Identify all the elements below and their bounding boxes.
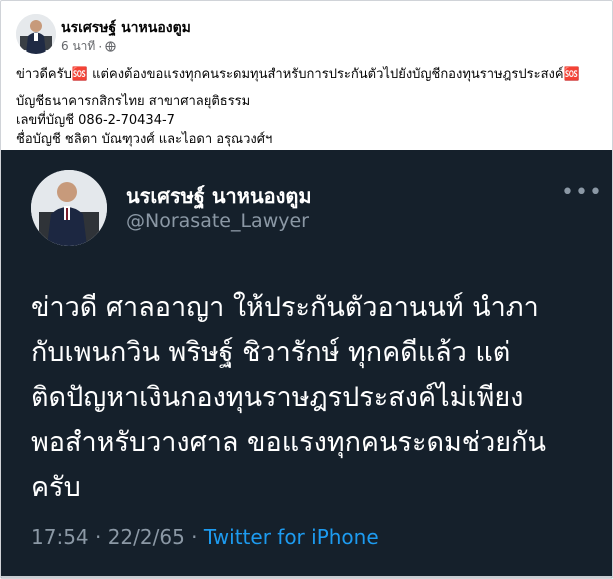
more-options-icon: •••: [561, 180, 603, 205]
tweet-line-3: ติดปัญหาเงินกองทุนราษฎรประสงค์ไม่เพียง: [31, 382, 524, 413]
author-avatar[interactable]: [16, 14, 56, 54]
meta-separator: ·: [98, 39, 103, 54]
tweet-line-2: กับเพนกวิน พริษฐ์ ชิวารักษ์ ทุกคดีแล้ว แ…: [31, 337, 511, 368]
post-time[interactable]: 6 นาที: [61, 37, 95, 56]
globe-icon: [105, 41, 116, 52]
post-header: [16, 13, 56, 55]
post-line-1: ข่าวดีครับ🆘 แต่คงต้องขอแรงทุกคนระดมทุนสำ…: [16, 67, 580, 82]
tweet-screenshot[interactable]: นรเศรษฐ์ นาหนองตูม @Norasate_Lawyer ••• …: [1, 150, 612, 578]
facebook-post: นรเศรษฐ์ นาหนองตูม 6 นาที · ข่าวดีครับ🆘 …: [0, 0, 613, 579]
post-line-2: บัญชีธนาคารกสิกรไทย สาขาศาลยุติธรรม: [16, 94, 251, 109]
tweet-line-1: ข่าวดี ศาลอาญา ให้ประกันตัวอานนท์ นำภา: [31, 292, 539, 323]
tweet-line-5: ครับ: [31, 472, 81, 503]
tweet-timestamp: 17:54 · 22/2/65 ·: [31, 525, 204, 549]
divider: [1, 576, 612, 578]
person-photo-icon: [31, 170, 107, 246]
tweet-footer: 17:54 · 22/2/65 · Twitter for iPhone: [31, 525, 379, 549]
author-name[interactable]: นรเศรษฐ์ นาหนองตูม: [61, 17, 191, 39]
tweet-avatar: [31, 170, 107, 246]
tweet-body: ข่าวดี ศาลอาญา ให้ประกันตัวอานนท์ นำภา ก…: [31, 285, 591, 510]
tweet-source: Twitter for iPhone: [203, 525, 379, 549]
tweet-handle: @Norasate_Lawyer: [126, 210, 309, 232]
person-photo-icon: [16, 14, 56, 54]
post-line-4: ชื่อบัญชี ชลิตา บัณฑุวงศ์ และไอดา อรุณวง…: [16, 132, 273, 147]
tweet-display-name: นรเศรษฐ์ นาหนองตูม: [126, 184, 312, 208]
post-meta: 6 นาที ·: [61, 37, 116, 56]
post-text: ข่าวดีครับ🆘 แต่คงต้องขอแรงทุกคนระดมทุนสำ…: [16, 65, 601, 149]
tweet-line-4: พอสำหรับวางศาล ขอแรงทุกคนระดมช่วยกัน: [31, 427, 546, 458]
post-line-3: เลขที่บัญชี 086-2-70434-7: [16, 113, 175, 128]
